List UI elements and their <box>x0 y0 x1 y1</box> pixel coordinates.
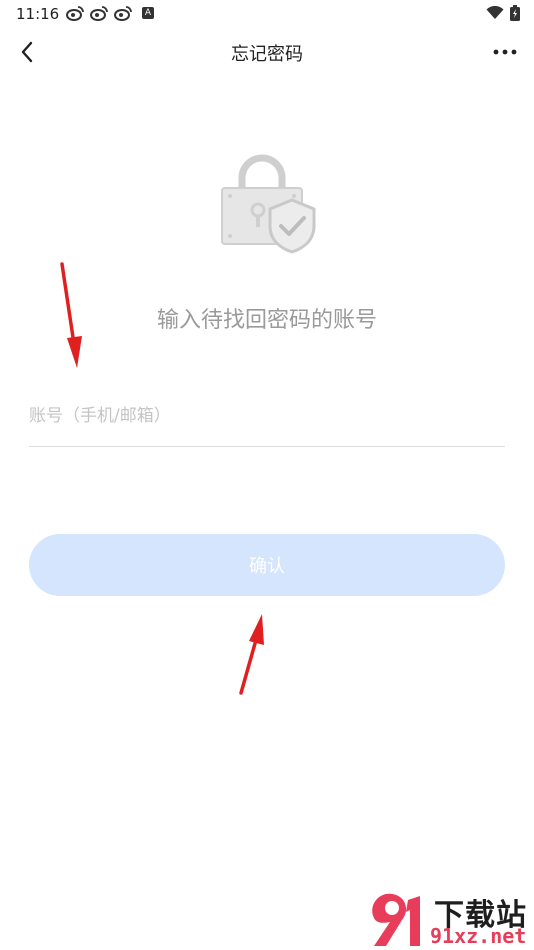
watermark-logo-icon <box>372 893 420 946</box>
watermark-url: 91xz.net <box>430 924 527 948</box>
annotation-arrows <box>60 262 264 695</box>
annotation-arrow-down <box>60 262 82 368</box>
annotation-arrow-up <box>239 614 264 695</box>
site-watermark: 下载站 91xz.net <box>364 888 534 950</box>
